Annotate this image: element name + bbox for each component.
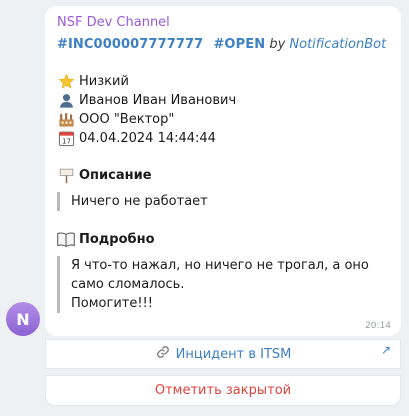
- datetime-row: 17 04.04.2024 14:44:44: [57, 129, 389, 148]
- mark-closed-button[interactable]: Отметить закрытой: [45, 375, 401, 406]
- description-quote: Ничего не работает: [57, 192, 389, 211]
- details-quote: Я что-то нажал, но ничего не трогал, а о…: [57, 256, 389, 313]
- priority-row: Низкий: [57, 72, 389, 91]
- incident-info: Низкий Иванов Иван Иванович ООО "Вектор"…: [57, 72, 389, 148]
- itsm-button-content: Инцидент в ITSM: [155, 345, 292, 363]
- signpost-icon: [57, 167, 75, 185]
- datetime-value: 04.04.2024 14:44:44: [79, 131, 216, 146]
- company-value: ООО "Вектор": [79, 112, 175, 127]
- company-row: ООО "Вектор": [57, 110, 389, 129]
- priority-value: Низкий: [79, 74, 129, 89]
- incident-tag[interactable]: #INC000007777777: [57, 37, 203, 52]
- star-icon: [57, 73, 75, 91]
- bot-avatar[interactable]: N: [6, 302, 40, 336]
- description-text: Ничего не работает: [71, 194, 208, 209]
- person-value: Иванов Иван Иванович: [79, 93, 237, 108]
- factory-icon: [57, 111, 75, 129]
- book-icon: [57, 231, 75, 249]
- person-row: Иванов Иван Иванович: [57, 91, 389, 110]
- details-text-line2: Помогите!!!: [71, 296, 153, 311]
- bot-name-link[interactable]: NotificationBot: [289, 37, 386, 52]
- details-heading: Подробно: [57, 230, 389, 249]
- itsm-incident-button[interactable]: Инцидент в ITSM ↗: [45, 339, 401, 369]
- channel-name[interactable]: NSF Dev Channel: [57, 14, 389, 32]
- by-text: by: [269, 37, 286, 52]
- message-tagline: #INC000007777777 #OPEN by NotificationBo…: [57, 36, 389, 54]
- avatar-initial: N: [16, 309, 30, 329]
- mark-closed-label: Отметить закрытой: [154, 383, 292, 398]
- message-time: 20:14: [365, 321, 391, 331]
- user-icon: [57, 92, 75, 110]
- external-arrow-icon: ↗: [380, 343, 391, 357]
- description-heading: Описание: [57, 166, 389, 185]
- status-tag[interactable]: #OPEN: [213, 37, 265, 52]
- itsm-button-label: Инцидент в ITSM: [175, 346, 292, 362]
- details-title: Подробно: [79, 232, 155, 247]
- link-icon: [155, 345, 171, 363]
- svg-text:17: 17: [61, 136, 70, 145]
- calendar-icon: 17: [57, 130, 75, 148]
- description-title: Описание: [79, 168, 152, 183]
- message-bubble: NSF Dev Channel #INC000007777777 #OPEN b…: [45, 6, 401, 336]
- details-text-line1: Я что-то нажал, но ничего не трогал, а о…: [71, 258, 369, 292]
